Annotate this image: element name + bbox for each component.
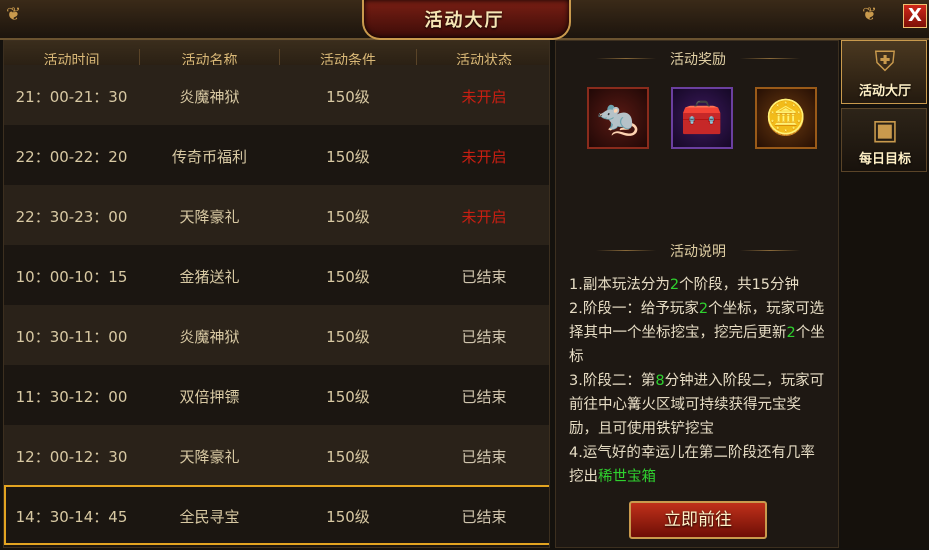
- description-line: 1.副本玩法分为2个阶段，共15分钟: [569, 273, 829, 297]
- chest-icon: ▣: [871, 113, 899, 146]
- cell-name: 传奇币福利: [171, 148, 247, 166]
- description-line: 4.运气好的幸运儿在第二阶段还有几率挖出稀世宝箱: [569, 441, 829, 489]
- cell-name: 炎魔神狱: [179, 88, 240, 106]
- cell-status: 未开启: [461, 208, 507, 226]
- highlight-text: 2: [669, 277, 680, 293]
- armor-icon: ⛨: [874, 45, 896, 78]
- cell-name: 金猪送礼: [179, 268, 240, 286]
- table-row[interactable]: 12：00-12：30 天降豪礼 150级 已结束: [4, 425, 549, 485]
- window-title: 活动大厅: [424, 10, 505, 31]
- cell-status: 未开启: [461, 88, 507, 106]
- cell-name: 天降豪礼: [179, 208, 240, 226]
- close-button[interactable]: X: [903, 4, 927, 28]
- cell-time: 10：30-11：00: [15, 328, 128, 346]
- cell-condition: 150级: [326, 148, 370, 166]
- rewards-title: 活动奖励: [670, 52, 726, 68]
- cell-time: 22：00-22：20: [15, 148, 128, 166]
- reward-rat-mount-icon[interactable]: 🐀: [587, 87, 649, 149]
- activity-table: 活动时间 活动名称 活动条件 活动状态 21：00-21：30 炎魔神狱 150级未…: [3, 40, 550, 548]
- description-line: 2.阶段一：给予玩家2个坐标，玩家可选择其中一个坐标挖宝，挖完后更新2个坐标: [569, 297, 829, 369]
- cell-name: 天降豪礼: [179, 448, 240, 466]
- cell-condition: 150级: [326, 268, 370, 286]
- description-title: 活动说明: [670, 244, 726, 260]
- divider: [740, 250, 800, 251]
- cell-condition: 150级: [326, 328, 370, 346]
- tab-label: 活动大厅: [858, 84, 911, 99]
- reward-treasure-chest-icon[interactable]: 🧰: [671, 87, 733, 149]
- cell-condition: 150级: [326, 88, 370, 106]
- table-row[interactable]: 11：30-12：00 双倍押镖 150级 已结束: [4, 365, 549, 425]
- table-row[interactable]: 10：00-10：15 金猪送礼 150级 已结束: [4, 245, 549, 305]
- table-row[interactable]: 10：30-11：00 炎魔神狱 150级 已结束: [4, 305, 549, 365]
- cell-time: 11：30-12：00: [15, 388, 128, 406]
- description-text: 1.副本玩法分为2个阶段，共15分钟 2.阶段一：给予玩家2个坐标，玩家可选择其中…: [569, 273, 829, 489]
- cell-name: 全民寻宝: [179, 508, 240, 526]
- cell-condition: 150级: [326, 448, 370, 466]
- cell-condition: 150级: [326, 388, 370, 406]
- table-row[interactable]: 22：30-23：00 天降豪礼 150级 未开启: [4, 185, 549, 245]
- cell-time: 21：00-21：30: [15, 88, 128, 106]
- description-segment: 个阶段，共15分钟: [679, 277, 800, 293]
- table-row[interactable]: 22：00-22：20 传奇币福利 150级 未开启: [4, 125, 549, 185]
- cell-time: 10：00-10：15: [15, 268, 128, 286]
- cell-name: 双倍押镖: [179, 388, 240, 406]
- cell-status: 已结束: [461, 448, 507, 466]
- description-segment: 1.副本玩法分为: [569, 277, 670, 293]
- corner-ornament-left-icon: ❦: [6, 4, 22, 25]
- cell-name: 炎魔神狱: [179, 328, 240, 346]
- cell-condition: 150级: [326, 208, 370, 226]
- corner-ornament-right-icon: ❦: [862, 4, 878, 25]
- cell-status: 已结束: [461, 268, 507, 286]
- cell-condition: 150级: [326, 508, 370, 526]
- table-row[interactable]: 14：30-14：45 全民寻宝 150级 已结束: [4, 485, 549, 545]
- cell-time: 22：30-23：00: [15, 208, 128, 226]
- description-segment: 2.阶段一：给予玩家: [569, 301, 699, 317]
- highlight-text: 8: [655, 373, 665, 389]
- reward-gold-ingot-icon[interactable]: 🪙: [755, 87, 817, 149]
- go-now-button[interactable]: 立即前往: [629, 501, 767, 539]
- detail-panel: 活动奖励 🐀 🧰 🪙 活动说明 1.副本玩法分为2个阶段，共15分钟 2.阶段一：…: [555, 40, 839, 548]
- description-segment: 3.阶段二：第: [569, 373, 656, 389]
- tab-daily-goals[interactable]: ▣ 每日目标: [841, 108, 927, 172]
- tab-label: 每日目标: [858, 152, 911, 167]
- cell-status: 已结束: [461, 328, 507, 346]
- cell-status: 未开启: [461, 148, 507, 166]
- highlight-text: 2: [698, 301, 709, 317]
- divider: [740, 58, 800, 59]
- cell-status: 已结束: [461, 388, 507, 406]
- cell-time: 12：00-12：30: [15, 448, 128, 466]
- highlight-text: 稀世宝箱: [598, 469, 656, 485]
- highlight-text: 2: [786, 325, 796, 341]
- tab-activity-hall[interactable]: ⛨ 活动大厅: [841, 40, 927, 104]
- side-tabs: ⛨ 活动大厅 ▣ 每日目标: [841, 40, 929, 548]
- description-line: 3.阶段二：第8分钟进入阶段二，玩家可前往中心篝火区域可持续获得元宝奖励，且可使…: [569, 369, 829, 441]
- table-row[interactable]: 21：00-21：30 炎魔神狱 150级 未开启: [4, 65, 549, 125]
- cell-time: 14：30-14：45: [15, 508, 128, 526]
- cell-status: 已结束: [461, 508, 507, 526]
